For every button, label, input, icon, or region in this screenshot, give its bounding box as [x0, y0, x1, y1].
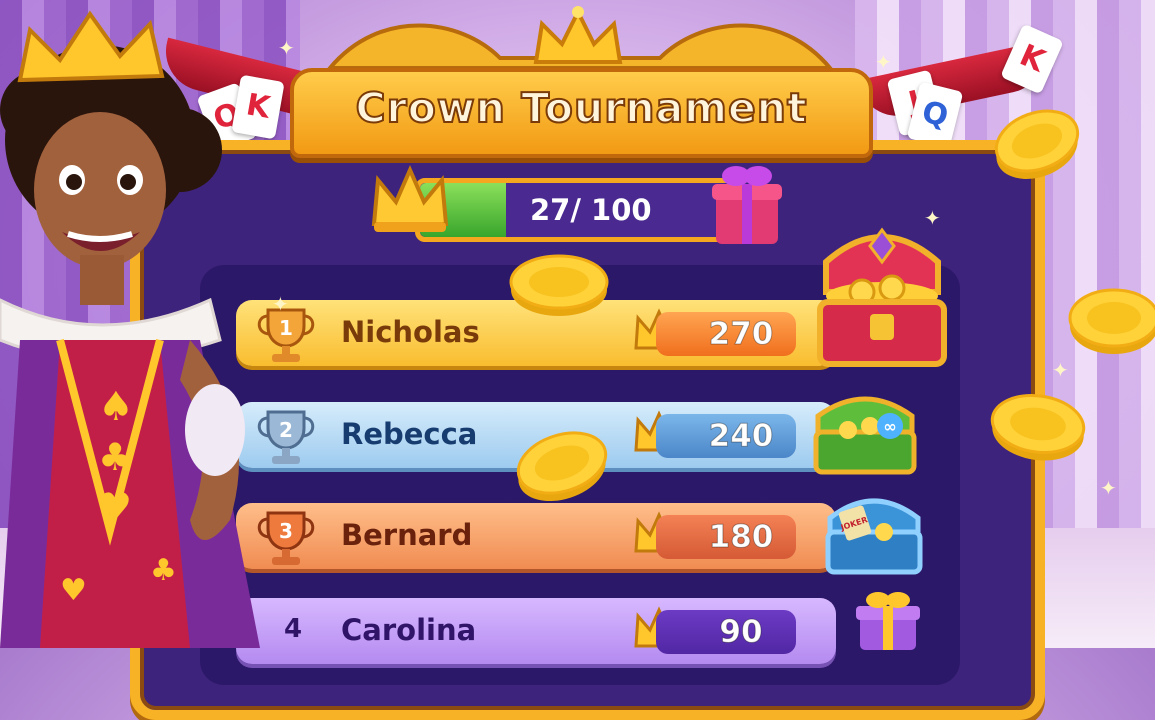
tournament-progress-bar: 27/ 100: [415, 178, 745, 242]
player-name: Rebecca: [341, 417, 478, 451]
club-icon: ♣: [150, 553, 177, 588]
score-bar: 180: [656, 515, 796, 559]
sparkle-icon: ✦: [1100, 476, 1117, 500]
blue-treasure-chest-icon[interactable]: JOKER: [822, 488, 926, 578]
gold-coin-icon: [994, 109, 1080, 179]
gold-coin-icon: [1068, 288, 1155, 354]
progress-crown-icon: [371, 165, 449, 232]
gold-coin-icon: [516, 431, 608, 502]
progress-text: 27/ 100: [530, 193, 652, 227]
leaderboard-row-4[interactable]: 4 Carolina 90: [236, 598, 836, 664]
player-name: Nicholas: [341, 315, 480, 349]
player-name: Carolina: [341, 613, 477, 647]
player-name: Bernard: [341, 518, 473, 552]
title-banner: Crown Tournament: [290, 68, 873, 158]
player-score: 180: [708, 519, 774, 556]
purple-gift-box-icon[interactable]: [856, 588, 920, 650]
gift-box-icon[interactable]: [710, 158, 784, 248]
club-icon: ♣: [98, 435, 132, 479]
heart-icon: ♥: [60, 573, 87, 608]
crown-icon: [533, 6, 623, 64]
spade-icon: ♠: [98, 384, 134, 430]
sparkle-icon: ✦: [875, 50, 892, 74]
player-score: 240: [708, 418, 774, 455]
sparkle-icon: ✦: [1052, 358, 1069, 382]
tournament-title: Crown Tournament: [354, 83, 808, 133]
heart-icon: ♥: [98, 485, 132, 529]
score-bar: 270: [656, 312, 796, 356]
player-score: 270: [708, 316, 774, 353]
player-score: 90: [719, 614, 763, 651]
gold-coin-icon: [990, 394, 1086, 461]
infinity-badge: ∞: [883, 417, 896, 436]
gold-coin-icon: [509, 254, 609, 316]
score-bar: 240: [656, 414, 796, 458]
leaderboard-row-3[interactable]: 3 Bernard 180: [236, 503, 836, 569]
green-treasure-chest-icon[interactable]: ∞: [810, 386, 920, 478]
score-bar: 90: [656, 610, 796, 654]
sparkle-icon: ✦: [924, 206, 941, 230]
gold-treasure-chest-icon[interactable]: [812, 222, 952, 372]
queen-character: ♠ ♣ ♥ ♣ ♥: [0, 10, 260, 648]
